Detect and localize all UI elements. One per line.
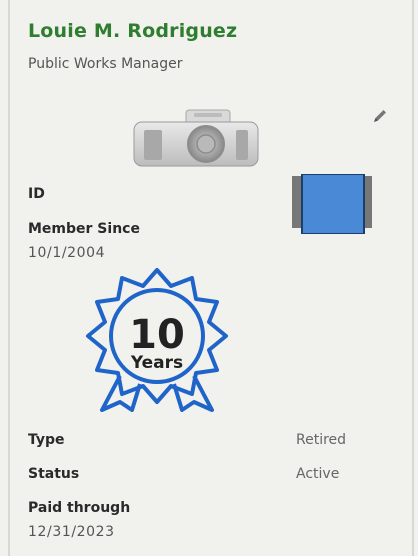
pencil-icon[interactable] (372, 108, 388, 124)
paid-through-label: Paid through (28, 500, 131, 516)
type-label: Type (28, 432, 65, 448)
status-label: Status (28, 466, 80, 482)
status-value: Active (296, 466, 340, 482)
member-card: Louie M. Rodriguez Public Works Manager … (8, 0, 414, 556)
badge-unit: Years (130, 353, 183, 373)
member-name: Louie M. Rodriguez (28, 20, 238, 42)
type-value: Retired (296, 432, 347, 448)
member-since-value: 10/1/2004 (28, 245, 106, 261)
badge-number: 10 (129, 312, 185, 358)
paid-through-value: 12/31/2023 (28, 524, 115, 540)
id-card-icon (292, 174, 372, 234)
id-label: ID (28, 186, 45, 202)
award-ribbon-icon: 10 Years (86, 268, 228, 412)
member-title: Public Works Manager (28, 56, 183, 72)
camera-icon[interactable] (128, 108, 264, 168)
member-since-label: Member Since (28, 221, 140, 237)
